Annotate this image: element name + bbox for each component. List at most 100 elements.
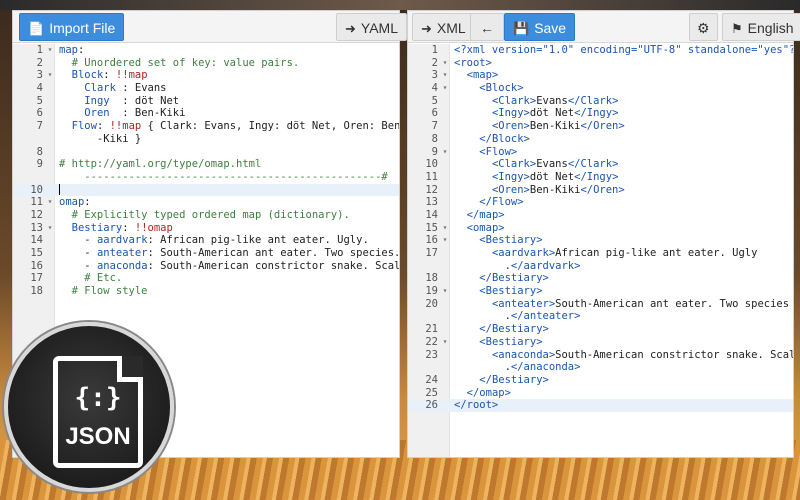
fold-toggle-icon[interactable]: ▾ xyxy=(440,69,450,82)
yaml-line: 1 ▾ map: xyxy=(13,44,399,57)
line-number: 6 xyxy=(36,107,43,120)
yaml-line: 5 Ingy : döt Net xyxy=(13,95,399,108)
yaml-line: 15 - anteater: South-American ant eater.… xyxy=(13,247,399,260)
line-number: 10 xyxy=(30,183,43,196)
xml-line: .</anaconda> xyxy=(408,361,793,374)
fold-toggle-icon[interactable]: ▾ xyxy=(45,222,55,235)
yaml-line: 16 - anaconda: South-American constricto… xyxy=(13,260,399,273)
yaml-line: 17 # Etc. xyxy=(13,272,399,285)
line-number: 13 xyxy=(30,221,43,234)
fold-toggle-icon[interactable]: ▾ xyxy=(440,336,450,349)
line-number: 17 xyxy=(425,247,438,259)
code-text: # Unordered set of key: value pairs. xyxy=(59,56,300,69)
code-text: </Flow> xyxy=(479,196,524,209)
yaml-line: 7 Flow: !!map { Clark: Evans, Ingy: döt … xyxy=(13,120,399,133)
xml-line: 14 </map> xyxy=(408,209,793,222)
yaml-line: 9 # http://yaml.org/type/omap.html xyxy=(13,158,399,171)
code-text xyxy=(59,184,395,197)
xml-line: 4 ▾ <Block> xyxy=(408,82,793,95)
fold-toggle-icon[interactable]: ▾ xyxy=(440,146,450,159)
xml-lines: 1 <?xml version="1.0" encoding="UTF-8" st… xyxy=(408,44,793,412)
yaml-label: YAML xyxy=(360,20,398,36)
yaml-line: 8 xyxy=(13,146,399,159)
flag-icon: ⚑ xyxy=(731,21,743,36)
code-text: -Kiki } xyxy=(59,132,142,145)
fold-toggle-icon[interactable]: ▾ xyxy=(440,222,450,235)
line-number: 2 xyxy=(36,56,43,69)
code-text: .</aardvark> xyxy=(454,259,581,272)
code-text: # Explicitly typed ordered map (dictiona… xyxy=(59,208,350,221)
code-text: <map> xyxy=(466,69,499,82)
line-number: 20 xyxy=(425,297,438,310)
line-number: 5 xyxy=(431,94,438,107)
line-number: 11 xyxy=(425,170,438,183)
code-text: </map> xyxy=(466,208,505,221)
yaml-line: 18 # Flow style xyxy=(13,285,399,298)
back-button[interactable]: ← xyxy=(470,13,504,41)
fold-toggle-icon[interactable]: ▾ xyxy=(440,57,450,70)
yaml-line: 6 Oren : Ben-Kiki xyxy=(13,107,399,120)
xml-line: 18 </Bestiary> xyxy=(408,272,793,285)
line-number: 15 xyxy=(425,221,438,234)
xml-editor[interactable]: 1 <?xml version="1.0" encoding="UTF-8" st… xyxy=(408,44,793,457)
line-number: 9 xyxy=(36,158,43,171)
yaml-button[interactable]: ➜ YAML xyxy=(336,13,407,41)
code-text: ----------------------------------------… xyxy=(59,170,388,183)
save-button[interactable]: 💾 Save xyxy=(504,13,576,41)
xml-line: 9 ▾ <Flow> xyxy=(408,146,793,159)
xml-line: 5 <Clark>Evans</Clark> xyxy=(408,95,793,108)
code-text: Block: !!map xyxy=(71,69,148,82)
xml-line: 17 <aardvark>African pig-like ant eater.… xyxy=(408,247,793,260)
line-number: 12 xyxy=(425,183,438,196)
xml-button[interactable]: ➜ XML xyxy=(412,13,475,41)
line-number: 15 xyxy=(30,247,43,259)
code-text: Oren : Ben-Kiki xyxy=(84,107,186,120)
fold-toggle-icon[interactable]: ▾ xyxy=(45,69,55,82)
json-logo: {:} JSON xyxy=(4,322,174,492)
xml-line: 26 </root> xyxy=(408,399,793,412)
fold-toggle-icon[interactable]: ▾ xyxy=(45,44,55,57)
line-number: 17 xyxy=(30,272,43,285)
fold-toggle-icon[interactable]: ▾ xyxy=(440,234,450,247)
xml-panel: ➜ XML ← 💾 Save ⚙ ⚑ English 1 <?xml version="… xyxy=(407,10,800,458)
fold-toggle-icon[interactable]: ▾ xyxy=(440,285,450,298)
line-number: 25 xyxy=(425,386,438,399)
fold-toggle-icon[interactable]: ▾ xyxy=(45,196,55,209)
xml-line: .</aardvark> xyxy=(408,260,793,273)
xml-line: 20 <anteater>South-American ant eater. T… xyxy=(408,298,793,311)
fold-toggle-icon[interactable]: ▾ xyxy=(440,82,450,95)
xml-line: 16 ▾ <Bestiary> xyxy=(408,234,793,247)
line-number: 7 xyxy=(431,120,438,133)
floppy-disk-icon: 💾 xyxy=(513,21,530,36)
code-text: <anteater>South-American ant eater. Two … xyxy=(491,297,790,310)
language-button[interactable]: ⚑ English xyxy=(722,13,800,41)
logo-label: JSON xyxy=(65,423,131,450)
code-text: - anaconda: South-American constrictor s… xyxy=(59,259,399,272)
yaml-line: 14 - aardvark: African pig-like ant eate… xyxy=(13,234,399,247)
line-number: 14 xyxy=(30,234,43,247)
yaml-line: 12 # Explicitly typed ordered map (dicti… xyxy=(13,209,399,222)
line-number: 9 xyxy=(431,145,438,158)
code-text: <Bestiary> xyxy=(479,234,543,247)
yaml-line: ----------------------------------------… xyxy=(13,171,399,184)
xml-line: 23 <anaconda>South-American constrictor … xyxy=(408,349,793,362)
xml-label: XML xyxy=(436,20,466,36)
xml-line: 24 </Bestiary> xyxy=(408,374,793,387)
code-text: omap: xyxy=(59,196,91,209)
doc-corner xyxy=(117,356,143,382)
line-number: 21 xyxy=(425,323,438,336)
xml-line: 12 <Oren>Ben-Kiki</Oren> xyxy=(408,184,793,197)
yaml-line: -Kiki } xyxy=(13,133,399,146)
settings-button[interactable]: ⚙ xyxy=(689,13,718,41)
code-text: <root> xyxy=(454,56,492,69)
xml-line: 1 <?xml version="1.0" encoding="UTF-8" st… xyxy=(408,44,793,57)
gear-icon: ⚙ xyxy=(697,20,710,36)
code-text: <Bestiary> xyxy=(479,285,543,298)
import-file-button[interactable]: 📄 Import File xyxy=(19,13,125,41)
line-number: 12 xyxy=(30,208,43,221)
xml-line: 6 <Ingy>döt Net</Ingy> xyxy=(408,107,793,120)
code-text: <Ingy>döt Net</Ingy> xyxy=(491,107,619,120)
line-number: 22 xyxy=(425,335,438,348)
yaml-line: 13 ▾ Bestiary: !!omap xyxy=(13,222,399,235)
logo-braces: {:} xyxy=(74,383,122,413)
